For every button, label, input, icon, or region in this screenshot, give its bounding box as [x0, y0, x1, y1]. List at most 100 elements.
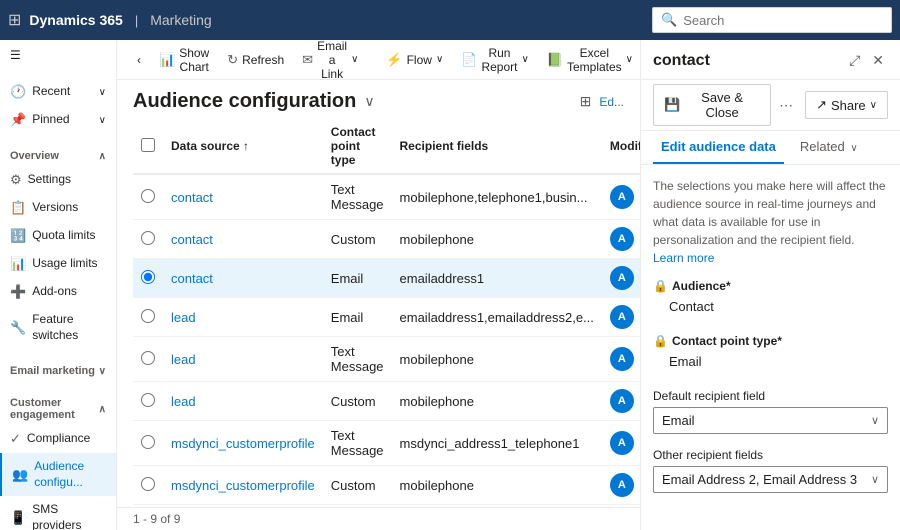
refresh-button[interactable]: ↻ Refresh [219, 48, 292, 72]
data-source-link[interactable]: contact [171, 232, 213, 247]
report-icon: 📄 [461, 52, 477, 68]
sidebar-item-feature-switches[interactable]: 🔧 Feature switches [0, 306, 116, 349]
search-input[interactable] [683, 13, 883, 28]
panel-close-button[interactable]: ✕ [868, 50, 888, 71]
data-source-link[interactable]: lead [171, 310, 196, 325]
share-button[interactable]: ↗ Share ∨ [805, 91, 888, 119]
row-select-radio[interactable] [141, 351, 155, 365]
run-report-button[interactable]: 📄 Run Report ∨ [453, 42, 537, 78]
email-link-button[interactable]: ✉ Email a Link ∨ [294, 40, 366, 85]
row-checkbox-cell[interactable] [133, 259, 163, 298]
sidebar-item-label: Usage limits [32, 256, 97, 272]
row-checkbox-cell[interactable] [133, 298, 163, 337]
col-contact-point-type[interactable]: Contact point type [323, 119, 392, 174]
command-bar: ‹ 📊 Show Chart ↻ Refresh ✉ Email a Link … [117, 40, 640, 80]
cell-modified-by: A #admi... [602, 220, 640, 259]
overview-group-header[interactable]: Overview ∧ [0, 142, 116, 166]
sidebar-item-sms-providers[interactable]: 📱 SMS providers [0, 496, 116, 530]
save-close-button[interactable]: 💾 Save & Close [653, 84, 771, 126]
sidebar-item-recent[interactable]: 🕐 Recent ∨ [0, 78, 116, 106]
select-all-header[interactable] [133, 119, 163, 174]
search-bar[interactable]: 🔍 [652, 7, 892, 33]
select-all-checkbox[interactable] [141, 138, 155, 152]
default-recipient-label: Default recipient field [653, 389, 888, 403]
grid-icon[interactable]: ⊞ [8, 10, 21, 30]
edit-link[interactable]: Ed... [599, 95, 624, 109]
close-icon: ✕ [872, 52, 884, 68]
hamburger-menu[interactable]: ☰ [0, 40, 116, 70]
data-source-link[interactable]: contact [171, 271, 213, 286]
data-source-link[interactable]: msdynci_customerprofile [171, 478, 315, 493]
avatar: A [610, 305, 634, 329]
data-source-link[interactable]: contact [171, 190, 213, 205]
cell-data-source[interactable]: contact [163, 259, 323, 298]
data-source-link[interactable]: lead [171, 352, 196, 367]
sidebar-item-label: Pinned [32, 112, 69, 128]
flow-button[interactable]: ⚡ Flow ∨ [378, 48, 451, 72]
tab-edit-audience[interactable]: Edit audience data [653, 131, 784, 164]
table-row: msdynci_customerprofile Text Message msd… [133, 421, 640, 466]
email-marketing-header[interactable]: Email marketing ∨ [0, 357, 116, 381]
page-title-chevron-icon[interactable]: ∨ [364, 93, 374, 110]
cell-data-source[interactable]: contact [163, 174, 323, 220]
customer-engagement-header[interactable]: Customer engagement ∧ [0, 389, 116, 425]
cell-data-source[interactable]: lead [163, 298, 323, 337]
default-recipient-dropdown[interactable]: Email ∨ [653, 407, 888, 434]
row-select-radio[interactable] [141, 270, 155, 284]
col-modified-label: Modified By [610, 139, 640, 153]
show-chart-button[interactable]: 📊 Show Chart [151, 42, 217, 78]
row-select-radio[interactable] [141, 309, 155, 323]
row-select-radio[interactable] [141, 189, 155, 203]
table-header-row: Data source ↑ Contact point type Recipie… [133, 119, 640, 174]
learn-more-link[interactable]: Learn more [653, 251, 714, 265]
sidebar-item-settings[interactable]: ⚙ Settings [0, 166, 116, 194]
row-checkbox-cell[interactable] [133, 421, 163, 466]
cell-data-source[interactable]: msdynci_customerprofile [163, 466, 323, 505]
other-recipient-section: Other recipient fields Email Address 2, … [653, 448, 888, 493]
cell-contact-point-type: Custom [323, 466, 392, 505]
sidebar-item-usage-limits[interactable]: 📊 Usage limits [0, 250, 116, 278]
sidebar-item-compliance[interactable]: ✓ Compliance [0, 425, 116, 453]
row-checkbox-cell[interactable] [133, 174, 163, 220]
refresh-icon: ↻ [227, 52, 238, 68]
chevron-down-icon: ∨ [99, 115, 106, 126]
sidebar-item-add-ons[interactable]: ➕ Add-ons [0, 278, 116, 306]
sidebar-item-pinned[interactable]: 📌 Pinned ∨ [0, 106, 116, 134]
cell-recipient-fields: mobilephone,telephone1,busin... [392, 174, 602, 220]
col-data-source[interactable]: Data source ↑ [163, 119, 323, 174]
row-select-radio[interactable] [141, 231, 155, 245]
save-close-label: Save & Close [684, 90, 760, 120]
col-recipient-fields[interactable]: Recipient fields [392, 119, 602, 174]
contact-lock-icon: 🔒 [653, 334, 668, 348]
cell-data-source[interactable]: lead [163, 382, 323, 421]
row-checkbox-cell[interactable] [133, 220, 163, 259]
sidebar-item-audience-config[interactable]: 👥 Audience configu... [0, 453, 116, 496]
row-select-radio[interactable] [141, 477, 155, 491]
grid-view-icon[interactable]: ⊞ [580, 93, 592, 110]
sidebar-item-quota-limits[interactable]: 🔢 Quota limits [0, 222, 116, 250]
row-checkbox-cell[interactable] [133, 466, 163, 505]
row-checkbox-cell[interactable] [133, 382, 163, 421]
row-select-radio[interactable] [141, 393, 155, 407]
cell-data-source[interactable]: msdynci_customerprofile [163, 421, 323, 466]
other-recipient-dropdown[interactable]: Email Address 2, Email Address 3 ∨ [653, 466, 888, 493]
data-source-link[interactable]: msdynci_customerprofile [171, 436, 315, 451]
cell-modified-by: A #admi... [602, 337, 640, 382]
excel-label: Excel Templates [567, 46, 622, 74]
excel-templates-button[interactable]: 📗 Excel Templates ∨ [539, 42, 640, 78]
sidebar-item-versions[interactable]: 📋 Versions [0, 194, 116, 222]
sidebar: ☰ 🕐 Recent ∨ 📌 Pinned ∨ Overview ∧ ⚙ Set… [0, 40, 117, 530]
contact-point-label: 🔒 Contact point type* [653, 334, 888, 348]
sidebar-item-label: Feature switches [32, 312, 106, 343]
cell-recipient-fields: mobilephone [392, 466, 602, 505]
flow-chevron-icon: ∨ [436, 54, 443, 65]
row-select-radio[interactable] [141, 435, 155, 449]
cell-data-source[interactable]: lead [163, 337, 323, 382]
tab-related[interactable]: Related ∨ [792, 131, 866, 164]
cell-data-source[interactable]: contact [163, 220, 323, 259]
data-source-link[interactable]: lead [171, 394, 196, 409]
row-checkbox-cell[interactable] [133, 337, 163, 382]
panel-more-button[interactable]: ⋯ [775, 95, 797, 116]
panel-expand-button[interactable]: ⤢ [845, 50, 864, 71]
back-button[interactable]: ‹ [129, 49, 149, 71]
